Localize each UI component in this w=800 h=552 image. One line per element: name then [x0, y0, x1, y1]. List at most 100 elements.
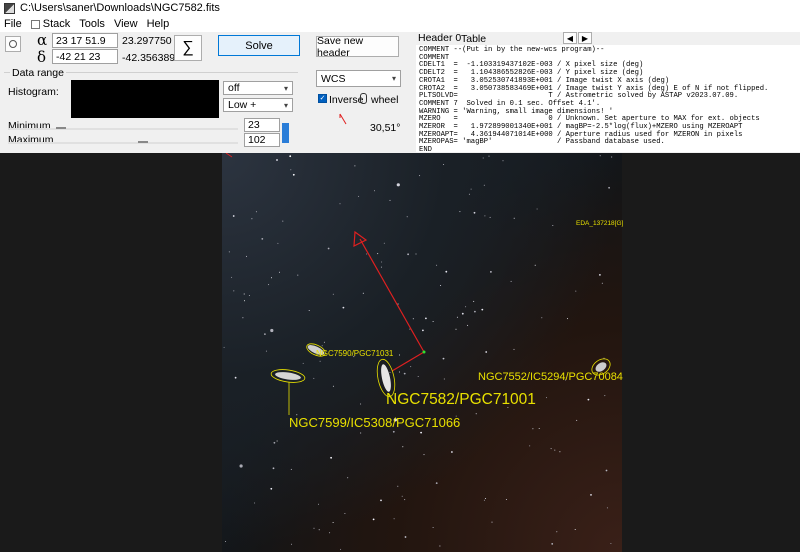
star [401, 495, 403, 497]
wcs-select[interactable]: WCS ▾ [316, 70, 401, 87]
star [289, 155, 292, 158]
minimum-spin[interactable] [282, 123, 289, 133]
menu-view[interactable]: View [114, 18, 138, 30]
data-range-title: Data range [10, 67, 66, 79]
star [432, 321, 434, 322]
star [599, 274, 601, 276]
star [347, 477, 349, 479]
star [435, 482, 438, 484]
maximum-slider-thumb[interactable] [138, 141, 148, 143]
star [380, 499, 382, 502]
star [323, 341, 325, 343]
histogram-canvas [71, 80, 219, 118]
label-ngc7590: NGC7590/PGC71031 [316, 349, 394, 358]
star [225, 541, 226, 542]
star [590, 494, 592, 496]
maximum-label: Maximum [8, 134, 54, 146]
star [251, 218, 253, 220]
star [292, 173, 295, 176]
minimum-slider[interactable] [8, 127, 238, 130]
star [254, 502, 256, 504]
app-icon [4, 2, 15, 14]
prev-button[interactable]: ◀ [563, 32, 577, 44]
menu-stack[interactable]: Stack [30, 18, 70, 30]
star [272, 467, 275, 470]
star [488, 155, 490, 157]
star [332, 385, 334, 387]
star [279, 271, 280, 273]
tab-header[interactable]: Header 0 [418, 32, 461, 44]
reset-button[interactable] [5, 36, 21, 52]
star [232, 215, 235, 217]
star [380, 266, 382, 268]
star [231, 276, 233, 278]
star [567, 318, 568, 320]
header-text-area[interactable]: COMMENT --(Put in by the new-wcs program… [416, 45, 800, 152]
star [318, 529, 320, 531]
star [541, 317, 543, 319]
minimum-slider-thumb[interactable] [56, 127, 66, 129]
star [265, 350, 267, 352]
star [483, 184, 485, 186]
image-viewer[interactable]: EDA_137218[G] NGC7590/PGC71031 NGC7552/I… [0, 153, 800, 552]
star [290, 468, 292, 470]
star [397, 485, 399, 487]
star [482, 157, 484, 159]
star [489, 216, 491, 218]
dec-input[interactable]: -42 21 23 [52, 49, 118, 64]
menu-tools[interactable]: Tools [79, 18, 105, 30]
star [360, 403, 362, 405]
star [611, 156, 613, 158]
north-arrow-mini-icon [339, 113, 347, 125]
next-button[interactable]: ▶ [578, 32, 592, 44]
histogram-mode-select[interactable]: off ▾ [223, 81, 293, 95]
star [261, 238, 264, 240]
star [319, 360, 321, 362]
triangle-right-icon: ▶ [581, 33, 589, 43]
solve-button[interactable]: Solve [218, 35, 300, 56]
star [436, 264, 438, 266]
star [440, 285, 442, 286]
maximum-input[interactable]: 102 [244, 133, 280, 147]
star [483, 499, 485, 501]
triangle-left-icon: ◀ [566, 33, 574, 43]
star [402, 446, 404, 448]
ra-input[interactable]: 23 17 51.9 [52, 33, 118, 48]
maximum-slider[interactable] [8, 141, 238, 144]
star [467, 324, 469, 326]
star [601, 282, 603, 284]
delta-label: δ [37, 48, 47, 66]
star [461, 312, 464, 315]
sigma-button[interactable]: ∑ [174, 35, 202, 61]
star [243, 293, 245, 295]
menu-file[interactable]: File [4, 18, 22, 30]
star [468, 193, 470, 195]
star [419, 175, 421, 177]
star [399, 354, 400, 356]
star [403, 372, 406, 375]
menu-help[interactable]: Help [147, 18, 170, 30]
star [587, 398, 590, 401]
star [329, 532, 331, 534]
star [339, 203, 341, 205]
star [551, 543, 554, 545]
mouse-icon [360, 93, 367, 104]
tab-table[interactable]: Table [461, 33, 486, 45]
star [234, 376, 237, 379]
star [423, 454, 425, 456]
star [575, 290, 577, 292]
star [534, 264, 536, 266]
star [610, 543, 612, 544]
star [443, 378, 445, 380]
star [233, 290, 235, 292]
maximum-spin[interactable] [282, 133, 289, 143]
histogram-scale-select[interactable]: Low + ▾ [223, 98, 293, 112]
star [510, 280, 512, 282]
minimum-input[interactable]: 23 [244, 118, 280, 132]
star [604, 395, 606, 397]
star [459, 211, 461, 213]
title-bar: C:\Users\saner\Downloads\NGC7582.fits [0, 0, 800, 16]
star [505, 499, 507, 500]
save-header-button[interactable]: Save new header [316, 35, 399, 59]
inverse-checkbox[interactable]: ✓ [318, 94, 327, 103]
